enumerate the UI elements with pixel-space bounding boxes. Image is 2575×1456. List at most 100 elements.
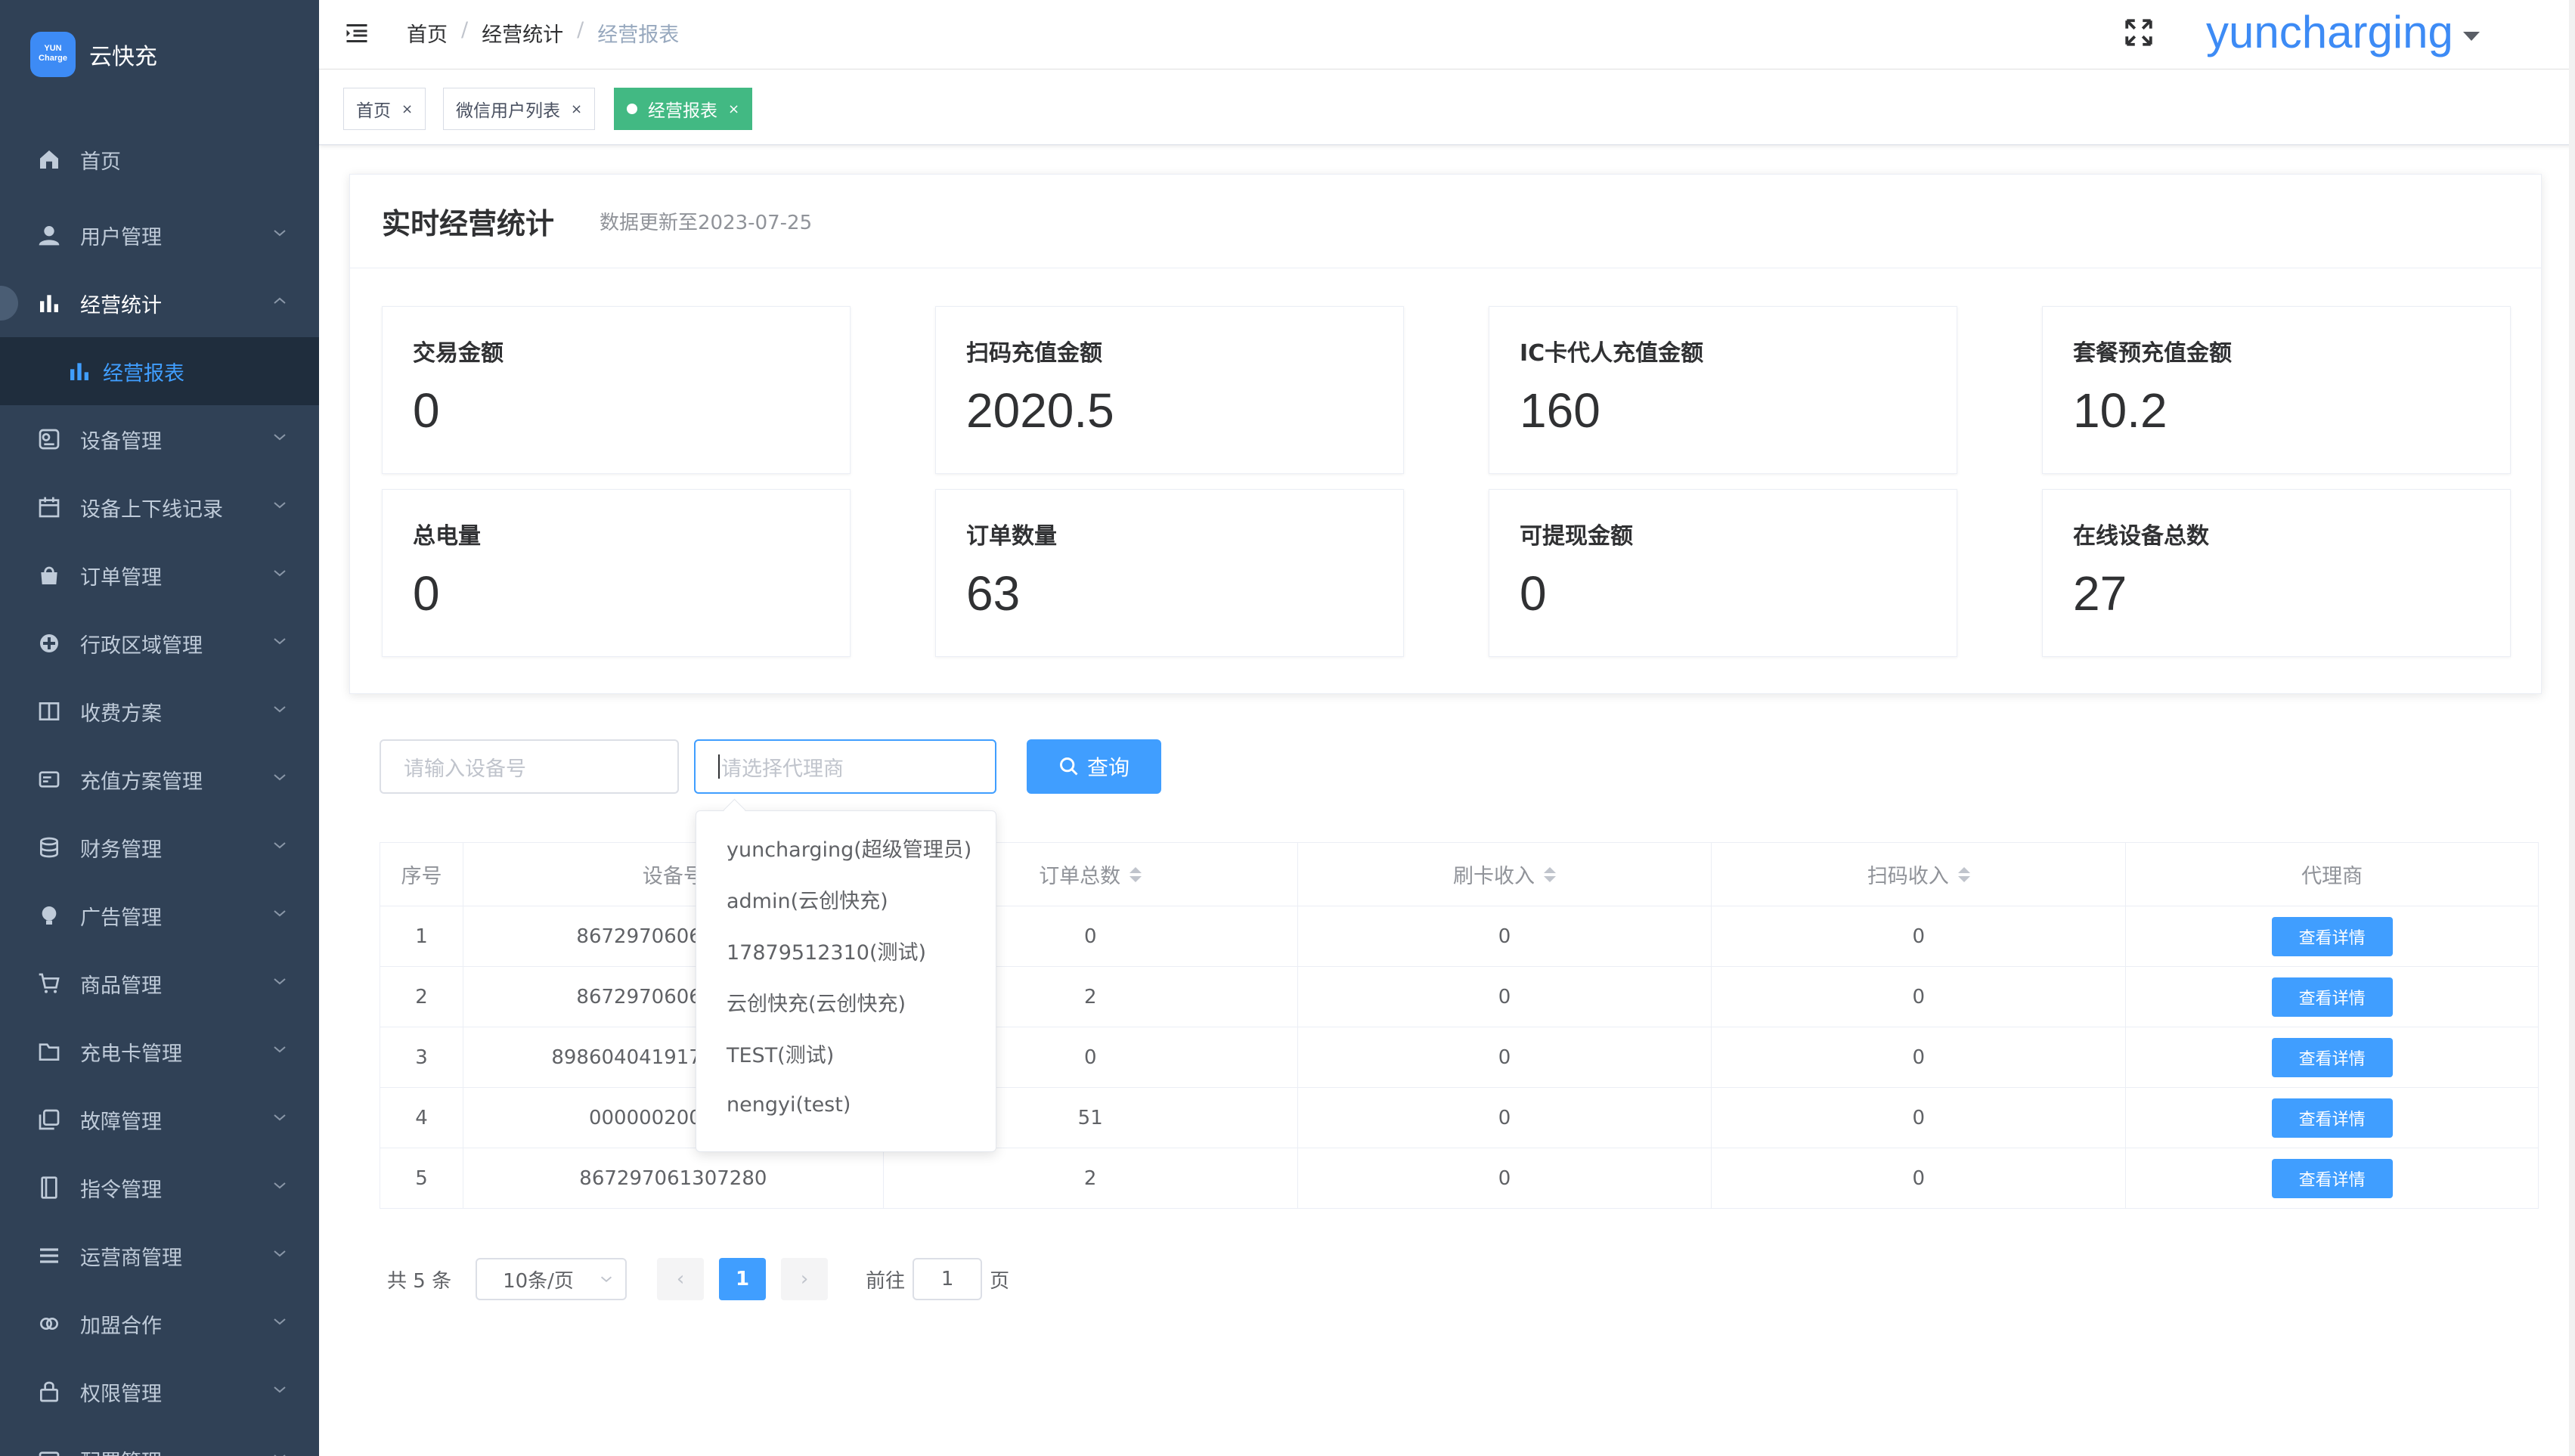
chevron-down-icon [274, 230, 286, 237]
page-number-current[interactable]: 1 [719, 1258, 767, 1300]
calendar-icon [36, 494, 62, 520]
view-detail-button[interactable]: 查看详情 [2271, 916, 2393, 956]
app-logo[interactable]: YUN Charge 云快充 [0, 0, 319, 109]
cell-index: 4 [380, 1088, 463, 1148]
view-detail-button[interactable]: 查看详情 [2271, 1158, 2393, 1198]
window-scrollbar[interactable] [2569, 0, 2575, 1456]
device-number-input[interactable]: 请输入设备号 [380, 739, 679, 794]
col-agent: 代理商 [2126, 843, 2539, 906]
hamburger-icon[interactable] [343, 20, 370, 47]
dropdown-option[interactable]: admin(云创快充) [696, 873, 996, 925]
breadcrumb-item-current: 经营报表 [597, 23, 680, 47]
sort-icon[interactable] [1957, 866, 1970, 882]
dropdown-option[interactable]: TEST(测试) [696, 1027, 996, 1079]
stat-label: 在线设备总数 [2073, 523, 2209, 550]
dropdown-option[interactable]: 17879512310(测试) [696, 925, 996, 976]
sort-icon[interactable] [1544, 866, 1556, 882]
col-card-income[interactable]: 刷卡收入 [1297, 843, 1712, 906]
sidebar-item-commands[interactable]: 指令管理 [0, 1154, 319, 1222]
settings-icon [36, 1447, 62, 1456]
view-detail-button[interactable]: 查看详情 [2271, 977, 2393, 1017]
sidebar-item-operators[interactable]: 运营商管理 [0, 1222, 319, 1290]
cell-orders: 2 [883, 1148, 1298, 1209]
sidebar-item-recharge-plan[interactable]: 充值方案管理 [0, 745, 319, 813]
close-icon[interactable]: × [728, 101, 739, 117]
sidebar-item-label: 广告管理 [80, 906, 162, 930]
sidebar-item-label: 充值方案管理 [80, 770, 203, 794]
next-page-button[interactable]: › [781, 1258, 829, 1300]
tag-wechat-users[interactable]: 微信用户列表 × [443, 88, 596, 130]
breadcrumb: 首页 / 经营统计 / 经营报表 [407, 18, 679, 48]
close-icon[interactable]: × [401, 101, 413, 117]
logo-badge-icon: YUN Charge [30, 32, 76, 77]
stat-online-devices: 在线设备总数 27 [2042, 489, 2511, 657]
prev-page-button[interactable]: ‹ [657, 1258, 705, 1300]
sidebar-item-business-stats[interactable]: 经营统计 [0, 269, 319, 337]
caret-down-icon[interactable] [2463, 32, 2480, 41]
placeholder-text: 请输入设备号 [404, 757, 526, 781]
chevron-down-icon [274, 706, 286, 713]
sidebar-item-products[interactable]: 商品管理 [0, 949, 319, 1018]
tag-home[interactable]: 首页 × [343, 88, 426, 130]
home-icon [36, 147, 62, 172]
chevron-down-icon [274, 978, 286, 985]
chevron-down-icon [274, 1182, 286, 1189]
goto-page-input[interactable]: 1 [913, 1258, 983, 1300]
chevron-down-icon [274, 1046, 286, 1053]
view-detail-button[interactable]: 查看详情 [2271, 1037, 2393, 1077]
breadcrumb-item-home[interactable]: 首页 [407, 18, 448, 48]
page-size-select[interactable]: 10条/页 [476, 1258, 627, 1300]
sidebar-item-label: 设备上下线记录 [80, 497, 223, 522]
sidebar-item-region-management[interactable]: 行政区域管理 [0, 609, 319, 677]
breadcrumb-item-stats[interactable]: 经营统计 [482, 18, 563, 48]
dropdown-option[interactable]: yuncharging(超级管理员) [696, 822, 996, 873]
sidebar-item-user-management[interactable]: 用户管理 [0, 201, 319, 269]
fullscreen-icon[interactable] [2123, 17, 2155, 48]
col-index: 序号 [380, 843, 463, 906]
user-menu[interactable]: yuncharging [2206, 6, 2453, 58]
query-button[interactable]: 查询 [1027, 739, 1161, 794]
agent-select[interactable]: 请选择代理商 [694, 739, 996, 794]
sidebar-item-label: 收费方案 [80, 702, 162, 726]
sidebar-item-home[interactable]: 首页 [0, 125, 319, 194]
chevron-down-icon [274, 502, 286, 509]
sidebar-item-label: 订单管理 [80, 565, 162, 590]
page-size-value: 10条/页 [503, 1269, 574, 1293]
sidebar-item-label: 商品管理 [80, 974, 162, 998]
header-label: 订单总数 [1039, 865, 1121, 888]
sidebar-item-ads[interactable]: 广告管理 [0, 881, 319, 949]
sort-icon[interactable] [1129, 866, 1142, 882]
dropdown-option[interactable]: 云创快充(云创快充) [696, 976, 996, 1027]
sidebar-item-order-management[interactable]: 订单管理 [0, 541, 319, 609]
sidebar-item-label: 用户管理 [80, 225, 162, 249]
sidebar-item-device-management[interactable]: 设备管理 [0, 405, 319, 473]
sidebar-item-device-online-log[interactable]: 设备上下线记录 [0, 473, 319, 541]
tags-view: 首页 × 微信用户列表 × 经营报表 × [319, 70, 2575, 145]
view-detail-button[interactable]: 查看详情 [2271, 1098, 2393, 1138]
sidebar-item-finance[interactable]: 财务管理 [0, 813, 319, 881]
sidebar-item-permissions[interactable]: 权限管理 [0, 1358, 319, 1426]
sidebar-item-charge-card[interactable]: 充电卡管理 [0, 1018, 319, 1086]
sidebar-item-franchise[interactable]: 加盟合作 [0, 1290, 319, 1358]
dropdown-option[interactable]: nengyi(test) [696, 1079, 996, 1130]
sidebar-item-settings[interactable]: 配置管理 [0, 1426, 319, 1456]
active-dot-icon [627, 104, 637, 114]
close-icon[interactable]: × [571, 101, 582, 117]
cell-card-income: 0 [1297, 906, 1712, 967]
placeholder-text: 请选择代理商 [721, 757, 844, 781]
cell-scan-income: 0 [1712, 967, 2127, 1027]
chevron-down-icon [274, 1250, 286, 1257]
stat-label: 交易金额 [413, 340, 504, 367]
sidebar-item-fee-plan[interactable]: 收费方案 [0, 677, 319, 745]
sidebar-item-faults[interactable]: 故障管理 [0, 1086, 319, 1154]
tag-label: 经营报表 [648, 101, 717, 121]
tag-business-report[interactable]: 经营报表 × [614, 88, 753, 130]
sidebar-item-label: 运营商管理 [80, 1246, 182, 1270]
sidebar-item-business-report[interactable]: 经营报表 [0, 337, 319, 405]
bar-chart-icon [67, 358, 92, 384]
cell-agent: 查看详情 [2126, 1088, 2539, 1148]
stat-value: 2020.5 [966, 383, 1114, 438]
cell-scan-income: 0 [1712, 1148, 2127, 1209]
header-label: 扫码收入 [1867, 865, 1949, 888]
col-scan-income[interactable]: 扫码收入 [1712, 843, 2127, 906]
